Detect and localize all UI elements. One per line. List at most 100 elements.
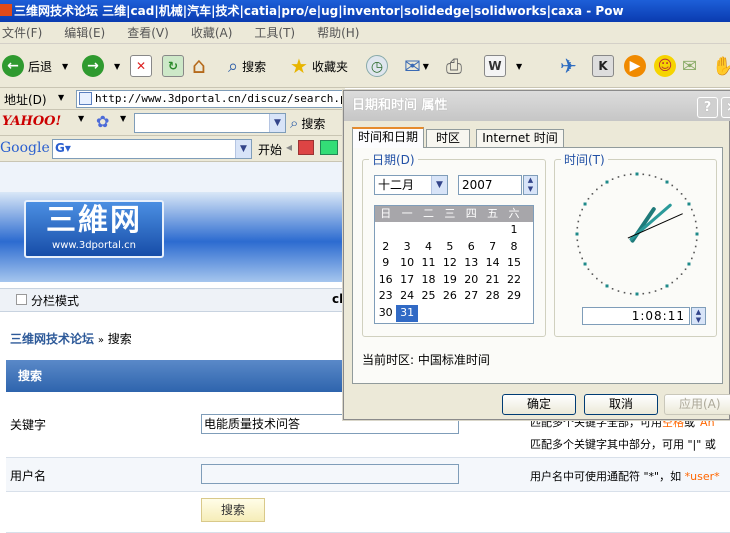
calendar-day[interactable]: 5 bbox=[439, 239, 460, 256]
calendar-day[interactable]: 14 bbox=[482, 255, 503, 272]
calendar-day[interactable]: 24 bbox=[396, 288, 417, 305]
username-input[interactable] bbox=[201, 464, 459, 484]
yahoo-flower-icon[interactable]: ✿ bbox=[96, 112, 109, 131]
calendar-day[interactable]: 18 bbox=[418, 272, 439, 289]
google-popup-blocker-icon[interactable] bbox=[320, 140, 338, 155]
calendar-day[interactable]: 22 bbox=[503, 272, 524, 289]
calendar-day[interactable]: 27 bbox=[461, 288, 482, 305]
messages-button[interactable]: ✉ bbox=[682, 52, 697, 80]
cancel-button[interactable]: 取消 bbox=[584, 394, 658, 415]
year-down-icon[interactable]: ▼ bbox=[524, 185, 537, 194]
calendar-day[interactable]: 20 bbox=[461, 272, 482, 289]
emoticon-button[interactable]: ☺ bbox=[654, 52, 680, 80]
site-logo[interactable]: 三維网 www.3dportal.cn bbox=[24, 200, 164, 258]
yahoo-search-dropdown-icon[interactable]: ▼ bbox=[269, 114, 285, 132]
calendar-day[interactable]: 6 bbox=[461, 239, 482, 256]
calendar-day[interactable]: 13 bbox=[461, 255, 482, 272]
calendar-day[interactable]: 16 bbox=[375, 272, 396, 289]
google-news-icon[interactable]: ◂ bbox=[286, 140, 292, 154]
yahoo-search-input[interactable]: ▼ bbox=[134, 113, 286, 133]
calendar-day[interactable]: 25 bbox=[418, 288, 439, 305]
clock-minute-mark bbox=[611, 178, 614, 180]
tab-internet-time[interactable]: Internet 时间 bbox=[476, 129, 564, 148]
forward-button[interactable]: → ▼ bbox=[82, 52, 120, 80]
calendar-day[interactable]: 26 bbox=[439, 288, 460, 305]
google-search-input[interactable]: G▾ ▼ bbox=[52, 139, 252, 159]
menu-edit[interactable]: 编辑(E) bbox=[64, 26, 105, 40]
year-spinner-input[interactable]: 2007 bbox=[458, 175, 522, 195]
search-button[interactable]: ⌕ 搜索 bbox=[228, 52, 266, 80]
breadcrumb-home[interactable]: 三维网技术论坛 bbox=[10, 332, 94, 346]
menu-help[interactable]: 帮助(H) bbox=[317, 26, 359, 40]
calendar-day[interactable]: 1 bbox=[503, 222, 524, 239]
calendar-day[interactable]: 21 bbox=[482, 272, 503, 289]
calendar-day[interactable]: 31 bbox=[396, 304, 418, 322]
play-icon: ▶ bbox=[624, 55, 646, 77]
menu-favorites[interactable]: 收藏(A) bbox=[191, 26, 233, 40]
calendar-day[interactable]: 19 bbox=[439, 272, 460, 289]
calendar-day[interactable]: 30 bbox=[375, 305, 396, 322]
print-button[interactable]: ⎙ bbox=[446, 52, 462, 80]
calendar-day[interactable]: 4 bbox=[418, 239, 439, 256]
back-dropdown-icon[interactable]: ▼ bbox=[62, 62, 68, 71]
year-spinner-buttons[interactable]: ▲ ▼ bbox=[523, 175, 538, 195]
google-logo[interactable]: Google bbox=[0, 140, 50, 156]
calendar-day[interactable]: 7 bbox=[482, 239, 503, 256]
calendar-day[interactable]: 8 bbox=[503, 239, 524, 256]
google-start-button[interactable]: 开始 bbox=[258, 141, 282, 158]
submit-search-button[interactable]: 搜索 bbox=[201, 498, 265, 522]
history-button[interactable]: ◷ bbox=[366, 52, 392, 80]
google-pagerank-icon[interactable] bbox=[298, 140, 314, 155]
calendar-day[interactable]: 12 bbox=[439, 255, 460, 272]
mail-button[interactable]: ✉ ▼ bbox=[404, 52, 429, 80]
google-search-dropdown-icon[interactable]: ▼ bbox=[235, 140, 251, 158]
messenger-button[interactable]: ✈ bbox=[560, 52, 577, 80]
media-player-button[interactable]: ▶ bbox=[624, 52, 650, 80]
calendar-day[interactable]: 11 bbox=[418, 255, 439, 272]
extra-tool-button[interactable]: ✋ bbox=[712, 52, 730, 80]
menu-tools[interactable]: 工具(T) bbox=[254, 26, 295, 40]
edit-dropdown-icon[interactable]: ▼ bbox=[516, 62, 522, 71]
yahoo-logo[interactable]: YAHOO! bbox=[2, 114, 61, 129]
calendar-day[interactable]: 15 bbox=[503, 255, 524, 272]
calendar-day[interactable]: 23 bbox=[375, 288, 396, 305]
year-up-icon[interactable]: ▲ bbox=[524, 176, 537, 185]
apply-button[interactable]: 应用(A) bbox=[664, 394, 730, 415]
split-mode-checkbox[interactable] bbox=[16, 294, 27, 305]
home-button[interactable]: ⌂ bbox=[192, 52, 206, 80]
yahoo-flower-dropdown-icon[interactable]: ▼ bbox=[120, 114, 126, 123]
month-select[interactable]: 十二月 ▼ bbox=[374, 175, 448, 195]
favorites-button[interactable]: ★ 收藏夹 bbox=[290, 52, 348, 80]
edit-button[interactable]: W ▼ bbox=[484, 52, 522, 80]
time-spinner-buttons[interactable]: ▲ ▼ bbox=[691, 307, 706, 325]
time-up-icon[interactable]: ▲ bbox=[692, 308, 705, 316]
address-dropdown-icon[interactable]: ▼ bbox=[58, 93, 64, 102]
calendar-day[interactable]: 10 bbox=[396, 255, 417, 272]
time-spinner-input[interactable]: 1:08:11 bbox=[582, 307, 690, 325]
calendar-day[interactable]: 2 bbox=[375, 239, 396, 256]
tab-date-time[interactable]: 时间和日期 bbox=[352, 127, 424, 148]
menu-file[interactable]: 文件(F) bbox=[2, 26, 42, 40]
split-mode-label[interactable]: 分栏模式 bbox=[31, 292, 79, 309]
close-button[interactable]: × bbox=[721, 97, 730, 118]
mail-dropdown-icon[interactable]: ▼ bbox=[423, 62, 429, 71]
refresh-button[interactable]: ↻ bbox=[162, 52, 184, 80]
stop-button[interactable]: ✕ bbox=[130, 52, 152, 80]
yahoo-menu-dropdown-icon[interactable]: ▼ bbox=[78, 114, 84, 123]
month-dropdown-icon[interactable]: ▼ bbox=[431, 176, 447, 194]
yahoo-search-button[interactable]: ⌕ 搜索 bbox=[290, 114, 325, 132]
k-button[interactable]: K bbox=[592, 52, 614, 80]
forward-dropdown-icon[interactable]: ▼ bbox=[114, 62, 120, 71]
calendar-day[interactable]: 3 bbox=[396, 239, 417, 256]
calendar-day[interactable]: 17 bbox=[396, 272, 417, 289]
ok-button[interactable]: 确定 bbox=[502, 394, 576, 415]
back-button[interactable]: ← 后退 ▼ bbox=[2, 52, 68, 80]
address-input[interactable]: http://www.3dportal.cn/discuz/search.php bbox=[76, 90, 345, 108]
tab-timezone[interactable]: 时区 bbox=[426, 129, 470, 148]
help-button[interactable]: ? bbox=[697, 97, 718, 118]
menu-view[interactable]: 查看(V) bbox=[127, 26, 169, 40]
calendar-day[interactable]: 28 bbox=[482, 288, 503, 305]
time-down-icon[interactable]: ▼ bbox=[692, 316, 705, 324]
calendar-day[interactable]: 29 bbox=[503, 288, 524, 305]
calendar-day[interactable]: 9 bbox=[375, 255, 396, 272]
